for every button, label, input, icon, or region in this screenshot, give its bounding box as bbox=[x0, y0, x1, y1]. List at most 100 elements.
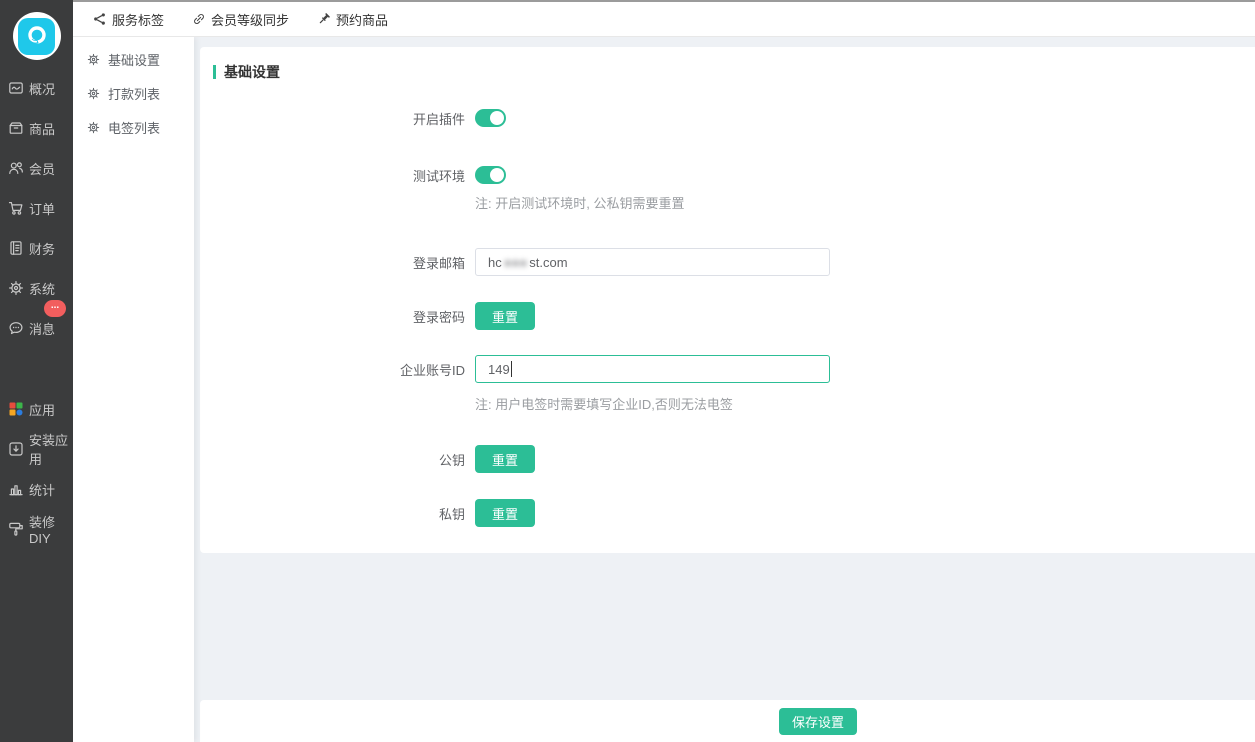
save-settings-button[interactable]: 保存设置 bbox=[779, 708, 857, 735]
password-label: 登录密码 bbox=[200, 307, 465, 326]
sidebar-item-overview[interactable]: 概况 bbox=[0, 68, 73, 108]
email-label: 登录邮箱 bbox=[200, 253, 465, 272]
sidebar-item-label: 装修DIY bbox=[29, 512, 73, 546]
sidebar-nav: 概况商品会员订单财务系统消息... 应用安装应用统计装修DIY bbox=[0, 64, 73, 549]
member-icon bbox=[8, 160, 24, 176]
form-row-private-key: 私钥 重置 bbox=[200, 499, 1255, 527]
email-value-blurred: ●●● bbox=[504, 255, 528, 270]
test-env-toggle[interactable] bbox=[475, 166, 506, 184]
share-icon bbox=[93, 12, 107, 26]
plugin-toggle[interactable] bbox=[475, 109, 506, 127]
message-icon bbox=[8, 320, 24, 336]
password-reset-button[interactable]: 重置 bbox=[475, 302, 535, 330]
install-app-icon bbox=[8, 441, 24, 457]
sidebar-item-finance[interactable]: 财务 bbox=[0, 228, 73, 268]
main-area: 基础设置 开启插件 测试环境 注: 开启测试环境时, bbox=[194, 37, 1255, 742]
secondary-nav: 基础设置打款列表电签列表 bbox=[73, 42, 194, 144]
sidebar-item-label: 订单 bbox=[29, 199, 55, 218]
sidebar-item-label: 财务 bbox=[29, 239, 55, 258]
corp-id-input[interactable]: 149 bbox=[475, 355, 830, 383]
subsidebar-item-esign-list[interactable]: 电签列表 bbox=[73, 110, 194, 144]
app-logo[interactable] bbox=[13, 12, 61, 60]
corp-id-note: 注: 用户电签时需要填写企业ID,否则无法电签 bbox=[475, 394, 733, 413]
app-window: 概况商品会员订单财务系统消息... 应用安装应用统计装修DIY 服务标签 会员等级同… bbox=[0, 0, 1255, 742]
form-row-plugin: 开启插件 bbox=[200, 109, 1255, 127]
text-caret bbox=[511, 361, 512, 377]
diy-icon bbox=[8, 521, 24, 537]
gear-icon bbox=[87, 53, 100, 66]
public-key-label: 公钥 bbox=[200, 450, 465, 469]
toggle-knob bbox=[490, 111, 504, 125]
sidebar-item-label: 应用 bbox=[29, 400, 55, 419]
test-env-label: 测试环境 bbox=[200, 166, 465, 185]
top-tab-label: 服务标签 bbox=[112, 10, 164, 29]
test-env-note: 注: 开启测试环境时, 公私钥需要重置 bbox=[475, 193, 684, 212]
subsidebar-item-basic-settings[interactable]: 基础设置 bbox=[73, 42, 194, 76]
email-value-suffix: st.com bbox=[529, 255, 567, 270]
form-row-test-note: 注: 开启测试环境时, 公私钥需要重置 bbox=[200, 194, 1255, 210]
sidebar-item-member[interactable]: 会员 bbox=[0, 148, 73, 188]
sidebar-item-label: 消息 bbox=[29, 319, 55, 338]
corp-id-label: 企业账号ID bbox=[200, 360, 465, 379]
link-icon bbox=[192, 12, 206, 26]
sidebar-item-stats[interactable]: 统计 bbox=[0, 469, 73, 509]
sidebar-item-label: 商品 bbox=[29, 119, 55, 138]
top-tab-level-sync[interactable]: 会员等级同步 bbox=[192, 10, 289, 29]
public-key-reset-button[interactable]: 重置 bbox=[475, 445, 535, 473]
subsidebar-item-payment-list[interactable]: 打款列表 bbox=[73, 76, 194, 110]
email-input[interactable]: hc ●●● st.com bbox=[475, 248, 830, 276]
sidebar-item-diy[interactable]: 装修DIY bbox=[0, 509, 73, 549]
email-value-prefix: hc bbox=[488, 255, 502, 270]
section-accent-bar bbox=[213, 65, 216, 79]
logo-area bbox=[0, 0, 73, 64]
secondary-sidebar: 基础设置打款列表电签列表 bbox=[73, 37, 194, 742]
section-header: 基础设置 bbox=[200, 47, 1255, 82]
stats-icon bbox=[8, 481, 24, 497]
form-row-corp-note: 注: 用户电签时需要填写企业ID,否则无法电签 bbox=[200, 395, 1255, 411]
form-row-email: 登录邮箱 hc ●●● st.com bbox=[200, 248, 1255, 276]
top-tab-label: 预约商品 bbox=[336, 10, 388, 29]
gavel-icon bbox=[317, 12, 331, 26]
sidebar-item-label: 会员 bbox=[29, 159, 55, 178]
apps-icon bbox=[8, 401, 24, 417]
sidebar-item-install-app[interactable]: 安装应用 bbox=[0, 429, 73, 469]
primary-sidebar: 概况商品会员订单财务系统消息... 应用安装应用统计装修DIY bbox=[0, 0, 73, 742]
toggle-knob bbox=[490, 168, 504, 182]
corp-id-value: 149 bbox=[488, 362, 510, 377]
sidebar-item-goods[interactable]: 商品 bbox=[0, 108, 73, 148]
message-badge: ... bbox=[44, 300, 66, 317]
top-tab-reserve-goods[interactable]: 预约商品 bbox=[317, 10, 388, 29]
order-icon bbox=[8, 200, 24, 216]
top-tabs: 服务标签 会员等级同步 预约商品 bbox=[93, 10, 388, 29]
gear-icon bbox=[87, 87, 100, 100]
top-tab-label: 会员等级同步 bbox=[211, 10, 289, 29]
sidebar-item-label: 概况 bbox=[29, 79, 55, 98]
subsidebar-item-label: 打款列表 bbox=[108, 84, 160, 103]
footer-bar: 保存设置 bbox=[200, 700, 1255, 742]
app-logo-icon bbox=[18, 18, 55, 55]
form-row-public-key: 公钥 重置 bbox=[200, 445, 1255, 473]
private-key-reset-button[interactable]: 重置 bbox=[475, 499, 535, 527]
subsidebar-item-label: 电签列表 bbox=[108, 118, 160, 137]
sidebar-item-label: 系统 bbox=[29, 279, 55, 298]
sidebar-item-label: 安装应用 bbox=[29, 430, 73, 468]
sidebar-item-order[interactable]: 订单 bbox=[0, 188, 73, 228]
top-tab-service-tags[interactable]: 服务标签 bbox=[93, 10, 164, 29]
form-row-test-env: 测试环境 bbox=[200, 166, 1255, 184]
sidebar-item-message[interactable]: 消息... bbox=[0, 308, 73, 348]
settings-card: 基础设置 开启插件 测试环境 注: 开启测试环境时, bbox=[200, 47, 1255, 553]
finance-icon bbox=[8, 240, 24, 256]
form-row-corp-id: 企业账号ID 149 bbox=[200, 355, 1255, 383]
sidebar-item-label: 统计 bbox=[29, 480, 55, 499]
form-row-password: 登录密码 重置 bbox=[200, 302, 1255, 330]
gear-icon bbox=[87, 121, 100, 134]
system-icon bbox=[8, 280, 24, 296]
plugin-label: 开启插件 bbox=[200, 109, 465, 128]
overview-icon bbox=[8, 80, 24, 96]
sidebar-item-apps[interactable]: 应用 bbox=[0, 389, 73, 429]
private-key-label: 私钥 bbox=[200, 504, 465, 523]
topbar: 服务标签 会员等级同步 预约商品 bbox=[73, 0, 1255, 37]
subsidebar-item-label: 基础设置 bbox=[108, 50, 160, 69]
settings-form: 开启插件 测试环境 注: 开启测试环境时, 公私钥需要重置 登录 bbox=[200, 109, 1255, 527]
goods-icon bbox=[8, 120, 24, 136]
